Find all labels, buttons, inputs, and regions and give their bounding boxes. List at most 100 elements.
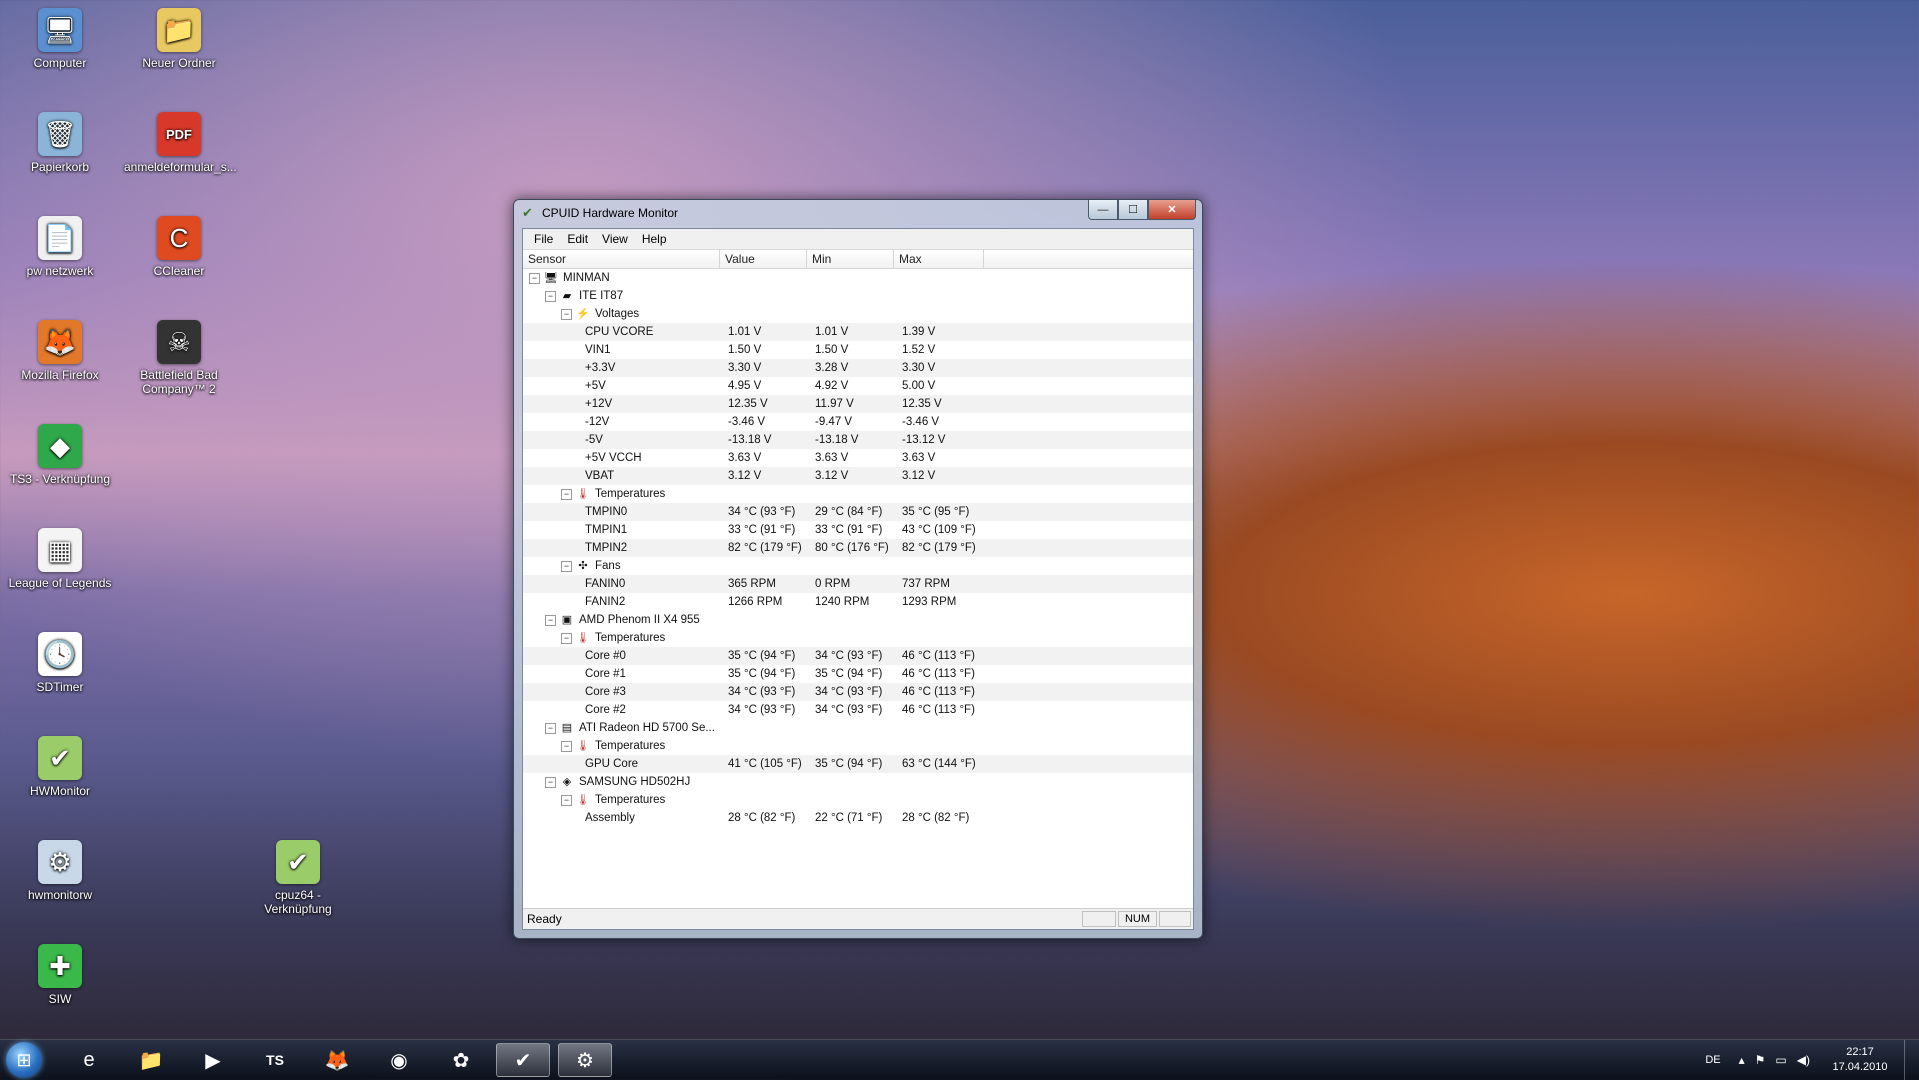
network-icon[interactable]: ▭	[1775, 1053, 1786, 1067]
language-indicator[interactable]: DE	[1705, 1054, 1720, 1066]
tree-row[interactable]: − 🖥 MINMAN	[523, 269, 1193, 287]
taskbar-cpuz-icon[interactable]: ⚙	[558, 1043, 612, 1077]
desktop-icon[interactable]: ◆ TS3 - Verknüpfung	[5, 424, 115, 486]
tree-row[interactable]: Assembly 28 °C (82 °F) 22 °C (71 °F) 28 °C …	[523, 809, 1193, 827]
tree-row[interactable]: +3.3V 3.30 V 3.28 V 3.30 V	[523, 359, 1193, 377]
desktop-icon[interactable]: PDF anmeldeformular_s...	[124, 112, 237, 174]
column-value[interactable]: Value	[720, 250, 807, 268]
desktop-icon-label: Mozilla Firefox	[21, 368, 99, 382]
expand-toggle-icon[interactable]: −	[561, 632, 572, 644]
desktop-icon[interactable]: C CCleaner	[124, 216, 234, 278]
flag-icon[interactable]: ⚑	[1755, 1053, 1766, 1067]
taskbar-icq-icon[interactable]: ✿	[434, 1043, 488, 1077]
tree-row[interactable]: TMPIN0 34 °C (93 °F) 29 °C (84 °F) 35 °C (9…	[523, 503, 1193, 521]
show-desktop-button[interactable]	[1904, 1040, 1919, 1080]
menu-file[interactable]: File	[527, 232, 560, 246]
expand-toggle-icon[interactable]: −	[561, 308, 572, 320]
sensor-name: Core #2	[585, 704, 626, 716]
desktop-icon[interactable]: 📄 pw netzwerk	[5, 216, 115, 278]
close-button[interactable]: ✕	[1148, 200, 1196, 220]
menu-help[interactable]: Help	[635, 232, 674, 246]
expand-toggle-icon[interactable]: −	[561, 560, 572, 572]
tree-row[interactable]: Core #0 35 °C (94 °F) 34 °C (93 °F) 46 °C (…	[523, 647, 1193, 665]
taskbar-explorer-icon[interactable]: 📁	[124, 1043, 178, 1077]
desktop-icon[interactable]: 🦊 Mozilla Firefox	[5, 320, 115, 382]
maximize-button[interactable]: ☐	[1118, 200, 1148, 220]
hwmonitor-window[interactable]: ✔ CPUID Hardware Monitor — ☐ ✕ File Edit…	[513, 199, 1203, 939]
tree-row[interactable]: − 🌡 Temperatures	[523, 485, 1193, 503]
desktop-icon[interactable]: ✔ HWMonitor	[5, 736, 115, 798]
sensor-value: 82 °C (179 °F)	[728, 542, 802, 554]
minimize-button[interactable]: —	[1088, 200, 1118, 220]
tree-row[interactable]: − ⚡ Voltages	[523, 305, 1193, 323]
desktop-icon[interactable]: ▦ League of Legends	[5, 528, 115, 590]
sensor-name: MINMAN	[563, 272, 610, 284]
tree-row[interactable]: +12V 12.35 V 11.97 V 12.35 V	[523, 395, 1193, 413]
desktop-icon[interactable]: ✔ cpuz64 - Verknüpfung	[243, 840, 353, 916]
taskbar-firefox-icon[interactable]: 🦊	[310, 1043, 364, 1077]
tree-row[interactable]: − ✣ Fans	[523, 557, 1193, 575]
tree-row[interactable]: − 🌡 Temperatures	[523, 791, 1193, 809]
tree-row[interactable]: − ▰ ITE IT87	[523, 287, 1193, 305]
expand-toggle-icon[interactable]: −	[561, 794, 572, 806]
tree-row[interactable]: − ▣ AMD Phenom II X4 955	[523, 611, 1193, 629]
sensor-min: 1.01 V	[815, 326, 849, 338]
show-hidden-icons-icon[interactable]: ▴	[1739, 1053, 1745, 1067]
desktop-icon[interactable]: 🗑 Papierkorb	[5, 112, 115, 174]
tree-row[interactable]: -5V -13.18 V -13.18 V -13.12 V	[523, 431, 1193, 449]
title-bar[interactable]: ✔ CPUID Hardware Monitor — ☐ ✕	[514, 200, 1202, 226]
column-sensor[interactable]: Sensor	[523, 250, 720, 268]
tree-row[interactable]: Core #1 35 °C (94 °F) 35 °C (94 °F) 46 °C (…	[523, 665, 1193, 683]
taskbar-hwmonitor-icon[interactable]: ✔	[496, 1043, 550, 1077]
desktop-icon[interactable]: 🖥 Computer	[5, 8, 115, 70]
sensor-max: 46 °C (113 °F)	[902, 668, 975, 680]
expand-toggle-icon[interactable]: −	[529, 272, 540, 284]
menu-view[interactable]: View	[595, 232, 635, 246]
taskbar: ⊞ e 📁 ▶ TS 🦊 ◉ ✿ ✔ ⚙ DE ▴ ⚑ ▭ ◀) 22:17 17.04.201…	[0, 1039, 1919, 1080]
expand-toggle-icon[interactable]: −	[561, 740, 572, 752]
desktop-icon[interactable]: 📁 Neuer Ordner	[124, 8, 234, 70]
tree-row[interactable]: TMPIN2 82 °C (179 °F) 80 °C (176 °F) 82 °C …	[523, 539, 1193, 557]
expand-toggle-icon[interactable]: −	[545, 776, 556, 788]
desktop-icon[interactable]: ⚙ hwmonitorw	[5, 840, 115, 902]
menu-edit[interactable]: Edit	[560, 232, 595, 246]
tree-row[interactable]: − 🌡 Temperatures	[523, 737, 1193, 755]
taskbar-messenger-icon[interactable]: ◉	[372, 1043, 426, 1077]
expand-toggle-icon[interactable]: −	[561, 488, 572, 500]
tree-row[interactable]: − ◈ SAMSUNG HD502HJ	[523, 773, 1193, 791]
taskbar-teamspeak-icon[interactable]: TS	[248, 1043, 302, 1077]
tree-row[interactable]: -12V -3.46 V -9.47 V -3.46 V	[523, 413, 1193, 431]
desktop-icon[interactable]: ☠ Battlefield Bad Company™ 2	[124, 320, 234, 396]
column-min[interactable]: Min	[807, 250, 894, 268]
column-max[interactable]: Max	[894, 250, 984, 268]
tree-row[interactable]: VIN1 1.50 V 1.50 V 1.52 V	[523, 341, 1193, 359]
clock[interactable]: 22:17 17.04.2010	[1820, 1045, 1900, 1075]
expand-toggle-icon[interactable]: −	[545, 722, 556, 734]
taskbar-internet-explorer-icon[interactable]: e	[62, 1043, 116, 1077]
sensor-max: 3.30 V	[902, 362, 936, 374]
taskbar-media-player-icon[interactable]: ▶	[186, 1043, 240, 1077]
sensor-max: 46 °C (113 °F)	[902, 686, 975, 698]
sensor-tree[interactable]: − 🖥 MINMAN − ▰ ITE IT87− ⚡ Voltages CPU VCORE 1.0…	[523, 269, 1193, 899]
expand-toggle-icon[interactable]: −	[545, 290, 556, 302]
tree-row[interactable]: CPU VCORE 1.01 V 1.01 V 1.39 V	[523, 323, 1193, 341]
tree-row[interactable]: − ▤ ATI Radeon HD 5700 Se...	[523, 719, 1193, 737]
tree-row[interactable]: GPU Core 41 °C (105 °F) 35 °C (94 °F) 63 °C…	[523, 755, 1193, 773]
tree-row[interactable]: +5V VCCH 3.63 V 3.63 V 3.63 V	[523, 449, 1193, 467]
tree-row[interactable]: VBAT 3.12 V 3.12 V 3.12 V	[523, 467, 1193, 485]
volume-icon[interactable]: ◀)	[1797, 1053, 1810, 1067]
tree-row[interactable]: TMPIN1 33 °C (91 °F) 33 °C (91 °F) 43 °C (1…	[523, 521, 1193, 539]
tree-row[interactable]: +5V 4.95 V 4.92 V 5.00 V	[523, 377, 1193, 395]
tree-row[interactable]: Core #3 34 °C (93 °F) 34 °C (93 °F) 46 °C (…	[523, 683, 1193, 701]
tree-row[interactable]: − 🌡 Temperatures	[523, 629, 1193, 647]
tree-row[interactable]: FANIN2 1266 RPM 1240 RPM 1293 RPM	[523, 593, 1193, 611]
expand-toggle-icon[interactable]: −	[545, 614, 556, 626]
sensor-min: 34 °C (93 °F)	[815, 704, 883, 716]
desktop-icon[interactable]: 🕓 SDTimer	[5, 632, 115, 694]
windows-orb-icon[interactable]: ⊞	[6, 1042, 42, 1078]
sensor-min: 3.28 V	[815, 362, 849, 374]
desktop-icon-label: hwmonitorw	[27, 888, 93, 902]
desktop-icon[interactable]: ✚ SIW	[5, 944, 115, 1006]
tree-row[interactable]: FANIN0 365 RPM 0 RPM 737 RPM	[523, 575, 1193, 593]
tree-row[interactable]: Core #2 34 °C (93 °F) 34 °C (93 °F) 46 °C (…	[523, 701, 1193, 719]
